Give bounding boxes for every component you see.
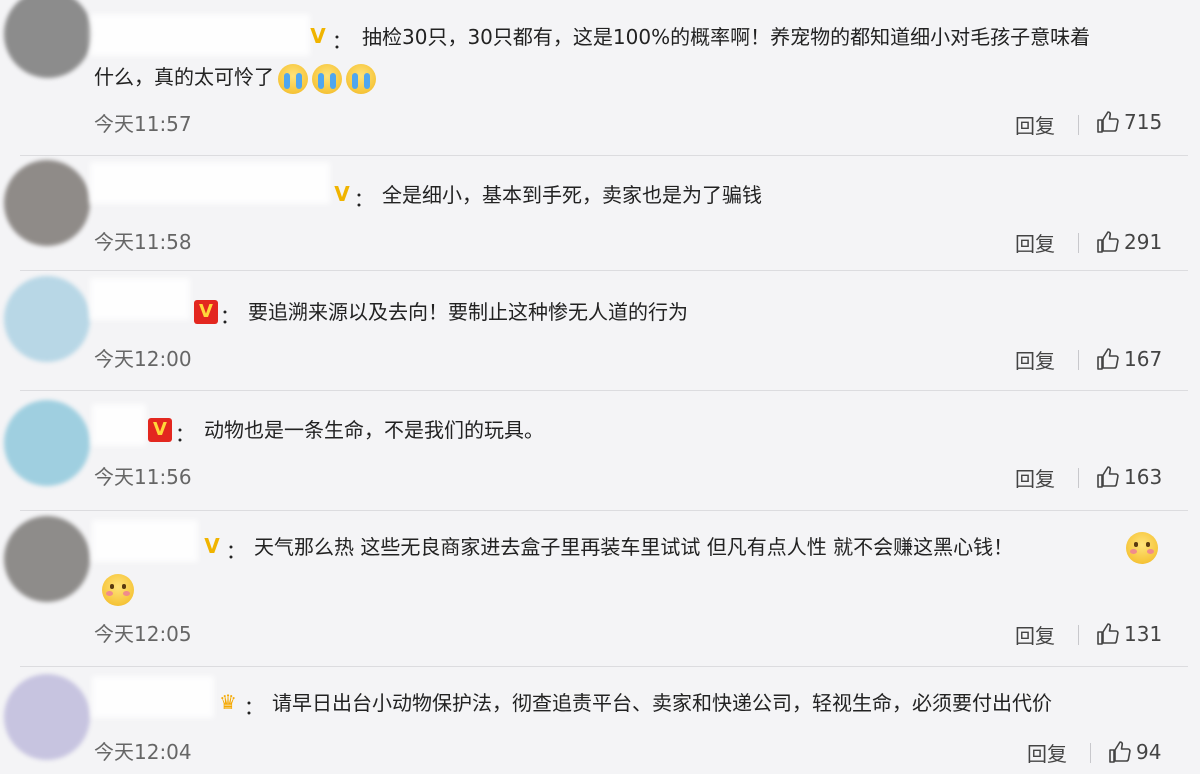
avatar[interactable]: [4, 0, 92, 78]
like-button[interactable]: 163: [1096, 465, 1162, 489]
comment-text: 要追溯来源以及去向！要制止这种惨无人道的行为: [248, 300, 688, 324]
username-redacted[interactable]: [92, 404, 146, 446]
verified-badge-icon: V: [310, 24, 326, 48]
thumbs-up-icon: [1097, 348, 1119, 370]
comment-text: 动物也是一条生命，不是我们的玩具。: [204, 418, 544, 442]
avatar[interactable]: [4, 516, 90, 602]
comment-timestamp: 今天12:00: [94, 347, 192, 371]
colon: ：: [226, 539, 246, 563]
like-count: 167: [1124, 347, 1163, 371]
thumbs-up-icon: [1097, 231, 1119, 253]
action-divider: [1090, 743, 1091, 763]
comment-timestamp: 今天12:05: [94, 622, 192, 646]
comment-text: 抽检30只，30只都有，这是100%的概率啊！养宠物的都知道细小对毛孩子意味着: [362, 25, 1091, 49]
comment-item: V ： 天气那么热 这些无良商家进去盒子里再装车里试试 但凡有点人性 就不会赚这…: [0, 512, 1200, 664]
reply-button[interactable]: 回复: [1015, 620, 1055, 649]
thumbs-up-icon: [1097, 466, 1119, 488]
comment-feed: V ： 抽检30只，30只都有，这是100%的概率啊！养宠物的都知道细小对毛孩子…: [0, 0, 1200, 774]
action-divider: [1078, 625, 1079, 645]
crown-badge-icon: ♛: [219, 690, 237, 714]
username-redacted[interactable]: [92, 520, 198, 562]
colon: ：: [354, 187, 374, 211]
comment-text-continuation: 什么，真的太可怜了: [94, 60, 376, 94]
like-count: 94: [1136, 740, 1162, 764]
like-count: 131: [1124, 622, 1163, 646]
reply-button[interactable]: 回复: [1015, 110, 1055, 139]
action-divider: [1078, 350, 1079, 370]
comment-text: 天气那么热 这些无良商家进去盒子里再装车里试试 但凡有点人性 就不会赚这黑心钱！: [254, 535, 1014, 559]
comment-item: V ： 动物也是一条生命，不是我们的玩具。 今天11:56 回复 163: [0, 392, 1200, 508]
like-count: 163: [1124, 465, 1163, 489]
colon: ：: [220, 304, 240, 328]
crying-face-icon: [312, 63, 342, 94]
comment-text: 全是细小，基本到手死，卖家也是为了骗钱: [382, 183, 762, 207]
like-button[interactable]: 167: [1096, 347, 1162, 371]
reply-button[interactable]: 回复: [1015, 463, 1055, 492]
thumbs-up-icon: [1097, 111, 1119, 133]
comment-timestamp: 今天11:57: [94, 112, 192, 136]
comment-timestamp: 今天11:56: [94, 465, 192, 489]
crying-face-icon: [346, 63, 376, 94]
like-button[interactable]: 715: [1096, 110, 1162, 134]
colon: ：: [175, 422, 195, 446]
divider: [20, 510, 1188, 511]
like-button[interactable]: 94: [1108, 740, 1161, 764]
divider: [20, 666, 1188, 667]
username-redacted[interactable]: [90, 162, 330, 204]
username-redacted[interactable]: [92, 676, 214, 718]
avatar[interactable]: [4, 276, 90, 362]
avatar[interactable]: [4, 674, 90, 760]
comment-text-line2: 什么，真的太可怜了: [94, 65, 274, 89]
comment-timestamp: 今天12:04: [94, 740, 192, 764]
comment-item: V ： 要追溯来源以及去向！要制止这种惨无人道的行为 今天12:00 回复 16…: [0, 272, 1200, 388]
like-count: 291: [1124, 230, 1163, 254]
verified-badge-icon: V: [194, 300, 218, 324]
comment-item: V ： 抽检30只，30只都有，这是100%的概率啊！养宠物的都知道细小对毛孩子…: [0, 0, 1200, 155]
like-count: 715: [1124, 110, 1163, 134]
thumbs-up-icon: [1097, 623, 1119, 645]
comment-text: 请早日出台小动物保护法，彻查追责平台、卖家和快递公司，轻视生命，必须要付出代价: [272, 691, 1052, 715]
like-button[interactable]: 291: [1096, 230, 1162, 254]
reply-button[interactable]: 回复: [1015, 345, 1055, 374]
action-divider: [1078, 468, 1079, 488]
divider: [20, 270, 1188, 271]
action-divider: [1078, 233, 1079, 253]
comment-item: V ： 全是细小，基本到手死，卖家也是为了骗钱 今天11:58 回复 291: [0, 156, 1200, 268]
comment-item: ♛ ： 请早日出台小动物保护法，彻查追责平台、卖家和快递公司，轻视生命，必须要付…: [0, 668, 1200, 774]
username-redacted[interactable]: [90, 14, 310, 56]
colon: ：: [244, 695, 264, 719]
avatar[interactable]: [4, 160, 90, 246]
colon: ：: [332, 29, 352, 53]
thumbs-up-icon: [1109, 741, 1131, 763]
crying-face-icon: [278, 63, 308, 94]
verified-badge-icon: V: [204, 534, 220, 558]
verified-badge-icon: V: [334, 182, 350, 206]
reply-button[interactable]: 回复: [1015, 228, 1055, 257]
verified-badge-icon: V: [148, 418, 172, 442]
comment-timestamp: 今天11:58: [94, 230, 192, 254]
username-redacted[interactable]: [90, 278, 190, 320]
avatar[interactable]: [4, 400, 90, 486]
blushing-face-icon: [1126, 532, 1158, 564]
action-divider: [1078, 115, 1079, 135]
reply-button[interactable]: 回复: [1027, 738, 1067, 767]
like-button[interactable]: 131: [1096, 622, 1162, 646]
divider: [20, 390, 1188, 391]
blushing-face-icon: [102, 574, 134, 606]
